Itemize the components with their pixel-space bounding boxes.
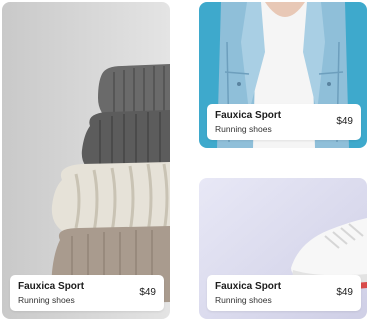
product-subtitle: Running shoes — [215, 295, 272, 305]
product-title: Fauxica Sport — [18, 281, 85, 292]
product-card-sneaker[interactable]: Fauxica Sport Running shoes $49 — [199, 178, 367, 319]
product-title: Fauxica Sport — [215, 110, 282, 121]
product-info-panel: Fauxica Sport Running shoes $49 — [207, 104, 361, 140]
product-info-panel: Fauxica Sport Running shoes $49 — [10, 275, 164, 311]
product-title: Fauxica Sport — [215, 281, 282, 292]
product-card-jacket[interactable]: Fauxica Sport Running shoes $49 — [199, 2, 367, 148]
product-price: $49 — [139, 287, 156, 298]
product-subtitle: Running shoes — [215, 124, 272, 134]
product-info-panel: Fauxica Sport Running shoes $49 — [207, 275, 361, 311]
product-price: $49 — [336, 287, 353, 298]
product-image-sweaters — [2, 2, 170, 319]
product-card-sweaters[interactable]: Fauxica Sport Running shoes $49 — [2, 2, 170, 319]
product-subtitle: Running shoes — [18, 295, 75, 305]
product-price: $49 — [336, 116, 353, 127]
